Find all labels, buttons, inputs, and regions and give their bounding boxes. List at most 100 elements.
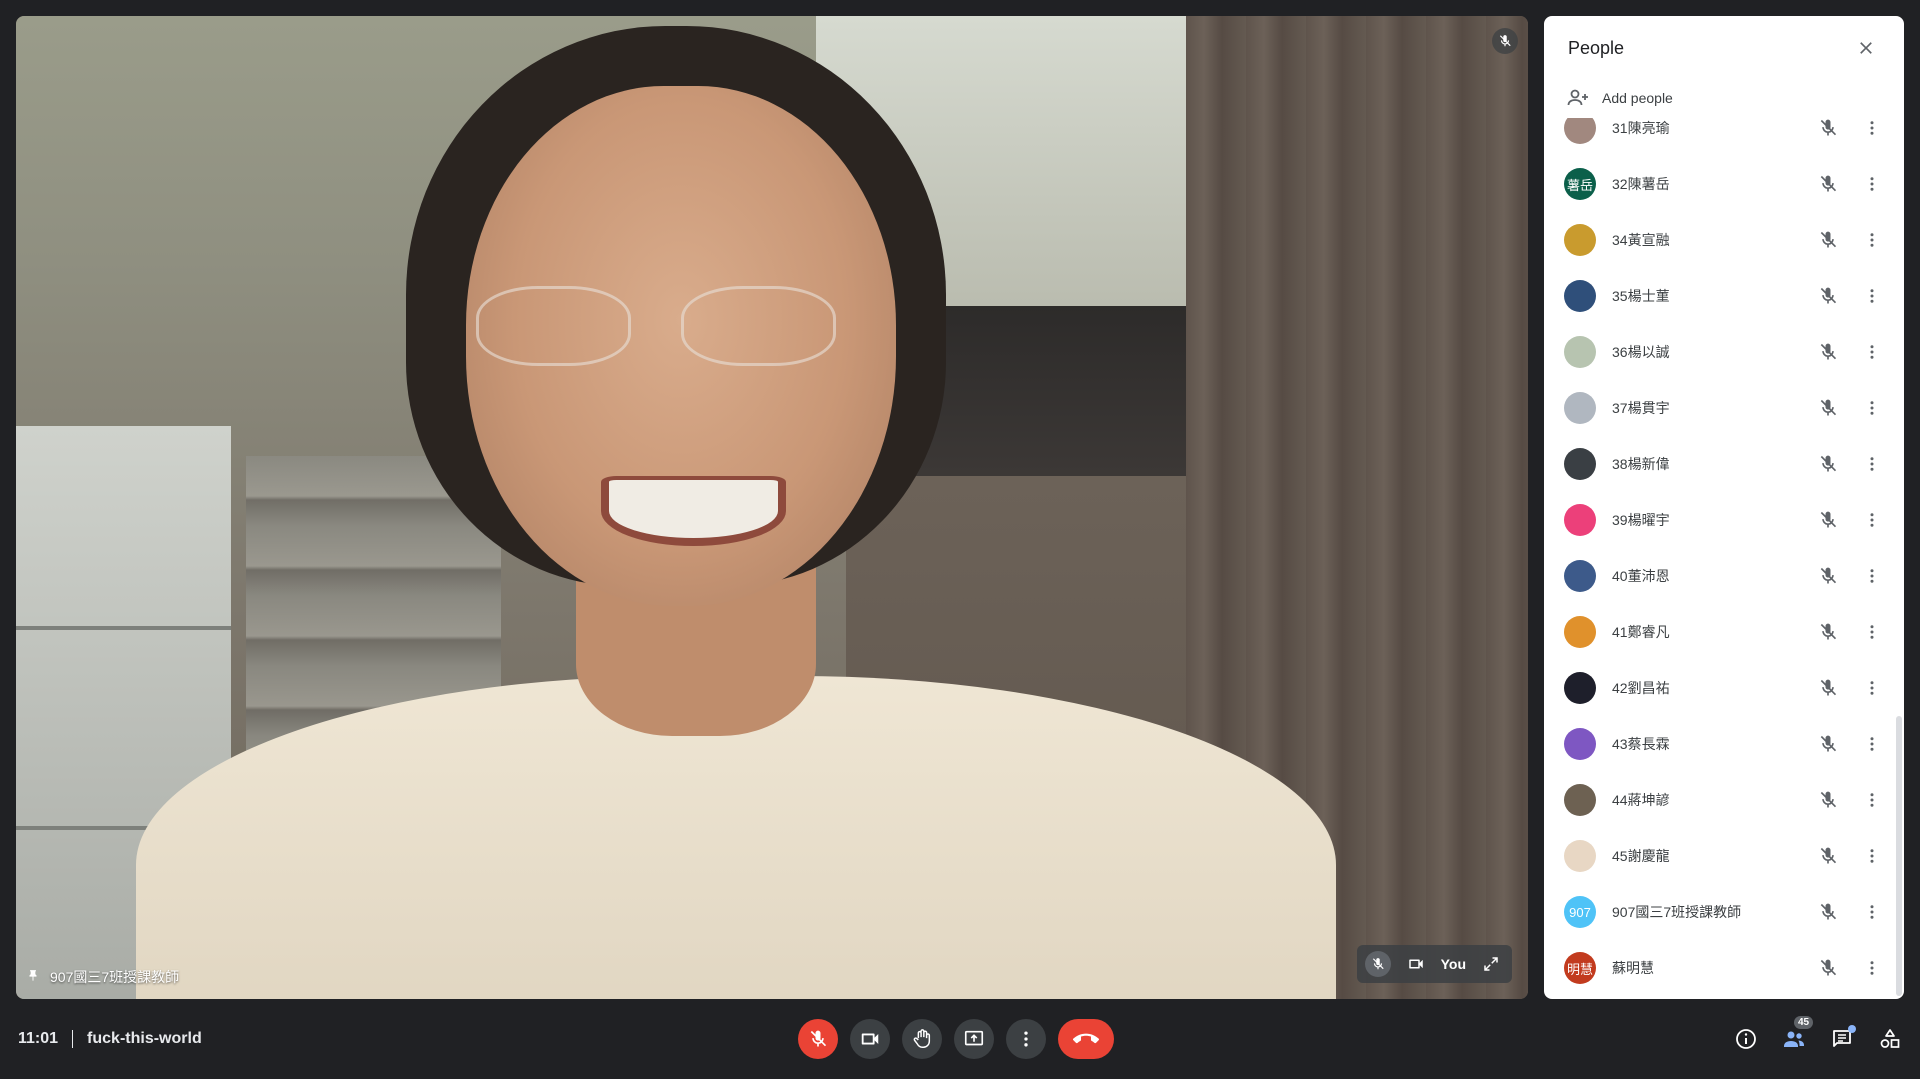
- participant-mic-off-icon[interactable]: [1808, 276, 1848, 316]
- participant-row[interactable]: 907 907國三7班授課教師: [1544, 884, 1904, 940]
- people-panel-title: People: [1568, 37, 1625, 58]
- pin-icon[interactable]: [26, 968, 40, 987]
- participant-avatar: [1564, 560, 1596, 592]
- participant-mic-off-icon[interactable]: [1808, 836, 1848, 876]
- participant-more-options-icon[interactable]: [1856, 500, 1888, 540]
- participant-row[interactable]: 40董沛恩: [1544, 548, 1904, 604]
- participant-avatar: [1564, 280, 1596, 312]
- participant-row[interactable]: 39楊曜宇: [1544, 492, 1904, 548]
- participant-count-badge: 45: [1794, 1016, 1814, 1029]
- add-people-button[interactable]: Add people: [1544, 80, 1904, 116]
- present-icon: [964, 1030, 984, 1046]
- meeting-details-button[interactable]: [1734, 1019, 1758, 1059]
- main-tile-name-tag: 907國三7班授課教師: [26, 967, 179, 987]
- participant-more-options-icon[interactable]: [1856, 948, 1888, 988]
- participant-more-options-icon[interactable]: [1856, 332, 1888, 372]
- participant-more-options-icon[interactable]: [1856, 780, 1888, 820]
- participant-name: 37楊貫宇: [1612, 400, 1670, 416]
- participant-row[interactable]: 41鄭睿凡: [1544, 604, 1904, 660]
- participant-more-options-icon[interactable]: [1856, 164, 1888, 204]
- participant-name: 45謝慶龍: [1612, 848, 1670, 864]
- participant-avatar: [1564, 784, 1596, 816]
- participant-row[interactable]: 37楊貫宇: [1544, 380, 1904, 436]
- participant-row[interactable]: 明慧 蘇明慧: [1544, 940, 1904, 996]
- right-tools: 45: [1734, 1016, 1902, 1059]
- participant-row[interactable]: 35楊士菫: [1544, 268, 1904, 324]
- participant-name: 44蔣坤諺: [1612, 792, 1670, 808]
- participant-row[interactable]: 36楊以誠: [1544, 324, 1904, 380]
- participant-more-options-icon[interactable]: [1856, 612, 1888, 652]
- participant-more-options-icon[interactable]: [1856, 118, 1888, 148]
- participant-row[interactable]: 44蔣坤諺: [1544, 772, 1904, 828]
- participant-mic-off-icon[interactable]: [1808, 668, 1848, 708]
- participant-name: 34黃宣融: [1612, 232, 1670, 248]
- main-tile-participant-name: 907國三7班授課教師: [50, 969, 180, 985]
- participant-mic-off-icon[interactable]: [1808, 332, 1848, 372]
- microphone-toggle-button[interactable]: [798, 1019, 838, 1059]
- expand-icon[interactable]: [1478, 951, 1504, 977]
- more-vert-icon: [1024, 1031, 1028, 1047]
- bottom-control-bar: 11:01 fuck-this-world 45: [0, 999, 1920, 1079]
- info-icon: [1736, 1029, 1756, 1049]
- add-people-label: Add people: [1602, 90, 1673, 106]
- close-panel-button[interactable]: [1846, 28, 1886, 68]
- participant-row[interactable]: 38楊新偉: [1544, 436, 1904, 492]
- more-options-button[interactable]: [1006, 1019, 1046, 1059]
- participant-avatar: [1564, 504, 1596, 536]
- participant-mic-off-icon[interactable]: [1808, 612, 1848, 652]
- hang-up-icon: [1073, 1033, 1099, 1044]
- participant-name: 41鄭睿凡: [1612, 624, 1670, 640]
- participant-mic-off-icon[interactable]: [1808, 388, 1848, 428]
- participant-name: 42劉昌祐: [1612, 680, 1670, 696]
- chat-button[interactable]: [1830, 1019, 1856, 1059]
- raise-hand-button[interactable]: [902, 1019, 942, 1059]
- participant-row[interactable]: 42劉昌祐: [1544, 660, 1904, 716]
- self-view-minimized[interactable]: You: [1356, 945, 1512, 983]
- participant-mic-off-icon[interactable]: [1808, 724, 1848, 764]
- participant-avatar: [1564, 392, 1596, 424]
- participant-name: 32陳薯岳: [1612, 176, 1670, 192]
- participant-list[interactable]: 31陳亮瑜 薯岳 32陳薯岳 34黃宣融 35楊士菫 36楊以誠 37楊貫宇 38楊新偉 39楊…: [1544, 118, 1904, 999]
- show-everyone-button[interactable]: 45: [1782, 1016, 1814, 1059]
- participant-name: 39楊曜宇: [1612, 512, 1670, 528]
- participant-name: 40董沛恩: [1612, 568, 1670, 584]
- participant-more-options-icon[interactable]: [1856, 668, 1888, 708]
- participant-more-options-icon[interactable]: [1856, 892, 1888, 932]
- present-screen-button[interactable]: [954, 1019, 994, 1059]
- leave-call-button[interactable]: [1058, 1019, 1114, 1059]
- participant-row[interactable]: 34黃宣融: [1544, 212, 1904, 268]
- participant-more-options-icon[interactable]: [1856, 724, 1888, 764]
- participant-more-options-icon[interactable]: [1856, 556, 1888, 596]
- participant-avatar: [1564, 728, 1596, 760]
- people-icon: [1784, 1031, 1804, 1047]
- participant-more-options-icon[interactable]: [1856, 220, 1888, 260]
- participant-more-options-icon[interactable]: [1856, 276, 1888, 316]
- meeting-code: fuck-this-world: [87, 1030, 202, 1047]
- self-camera-icon: [1403, 951, 1429, 977]
- participant-more-options-icon[interactable]: [1856, 836, 1888, 876]
- participant-row[interactable]: 43蔡長霖: [1544, 716, 1904, 772]
- participant-more-options-icon[interactable]: [1856, 444, 1888, 484]
- participant-mic-off-icon[interactable]: [1808, 892, 1848, 932]
- participant-mic-off-icon[interactable]: [1808, 780, 1848, 820]
- participant-mic-off-icon[interactable]: [1808, 118, 1848, 148]
- participant-row[interactable]: 31陳亮瑜: [1544, 118, 1904, 156]
- activities-button[interactable]: [1878, 1019, 1902, 1059]
- participant-mic-off-icon[interactable]: [1808, 444, 1848, 484]
- participant-more-options-icon[interactable]: [1856, 388, 1888, 428]
- participant-avatar: [1564, 672, 1596, 704]
- participant-mic-off-icon[interactable]: [1808, 500, 1848, 540]
- main-video-tile[interactable]: 907國三7班授課教師 You: [16, 16, 1528, 999]
- participant-mic-off-icon[interactable]: [1808, 220, 1848, 260]
- participant-name: 907國三7班授課教師: [1612, 904, 1742, 920]
- participant-mic-off-icon[interactable]: [1808, 556, 1848, 596]
- participant-mic-off-icon[interactable]: [1808, 164, 1848, 204]
- participant-mic-off-icon[interactable]: [1808, 948, 1848, 988]
- participant-row[interactable]: 薯岳 32陳薯岳: [1544, 156, 1904, 212]
- separator: [72, 1030, 74, 1048]
- participant-row[interactable]: 45謝慶龍: [1544, 828, 1904, 884]
- participant-avatar: [1564, 118, 1596, 144]
- participant-name: 43蔡長霖: [1612, 736, 1670, 752]
- participant-list-scrollbar[interactable]: [1896, 716, 1902, 996]
- camera-toggle-button[interactable]: [850, 1019, 890, 1059]
